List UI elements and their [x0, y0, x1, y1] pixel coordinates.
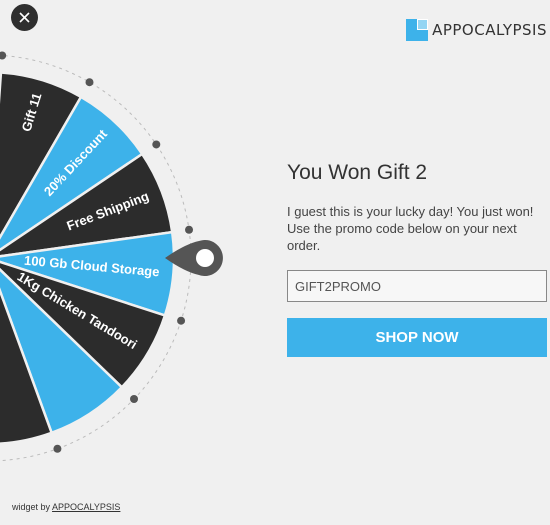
wheel-peg: [185, 225, 194, 234]
brand-name: APPOCALYPSIS: [432, 21, 547, 39]
wheel-peg: [53, 444, 62, 453]
result-panel: You Won Gift 2 I guest this is your luck…: [287, 160, 549, 254]
wheel-peg: [0, 51, 7, 60]
wheel-peg: [177, 316, 186, 325]
promo-code-field[interactable]: GIFT2PROMO: [287, 270, 547, 302]
wheel-peg: [85, 78, 94, 87]
footer-link[interactable]: APPOCALYPSIS: [52, 502, 120, 512]
promo-code-value: GIFT2PROMO: [295, 279, 381, 294]
shop-now-button[interactable]: SHOP NOW: [287, 318, 547, 357]
wheel-peg: [130, 395, 139, 404]
brand-logo: APPOCALYPSIS: [406, 19, 547, 41]
result-message: I guest this is your lucky day! You just…: [287, 204, 534, 253]
footer-credit: widget by APPOCALYPSIS: [12, 502, 120, 512]
footer-prefix: widget by: [12, 502, 51, 512]
result-title: You Won Gift 2: [287, 161, 428, 184]
wheel-peg: [152, 140, 161, 149]
prize-wheel: Gift 10Gift 1120% DiscountFree Shipping1…: [0, 51, 223, 462]
appocalypsis-logo-icon: [406, 19, 429, 41]
